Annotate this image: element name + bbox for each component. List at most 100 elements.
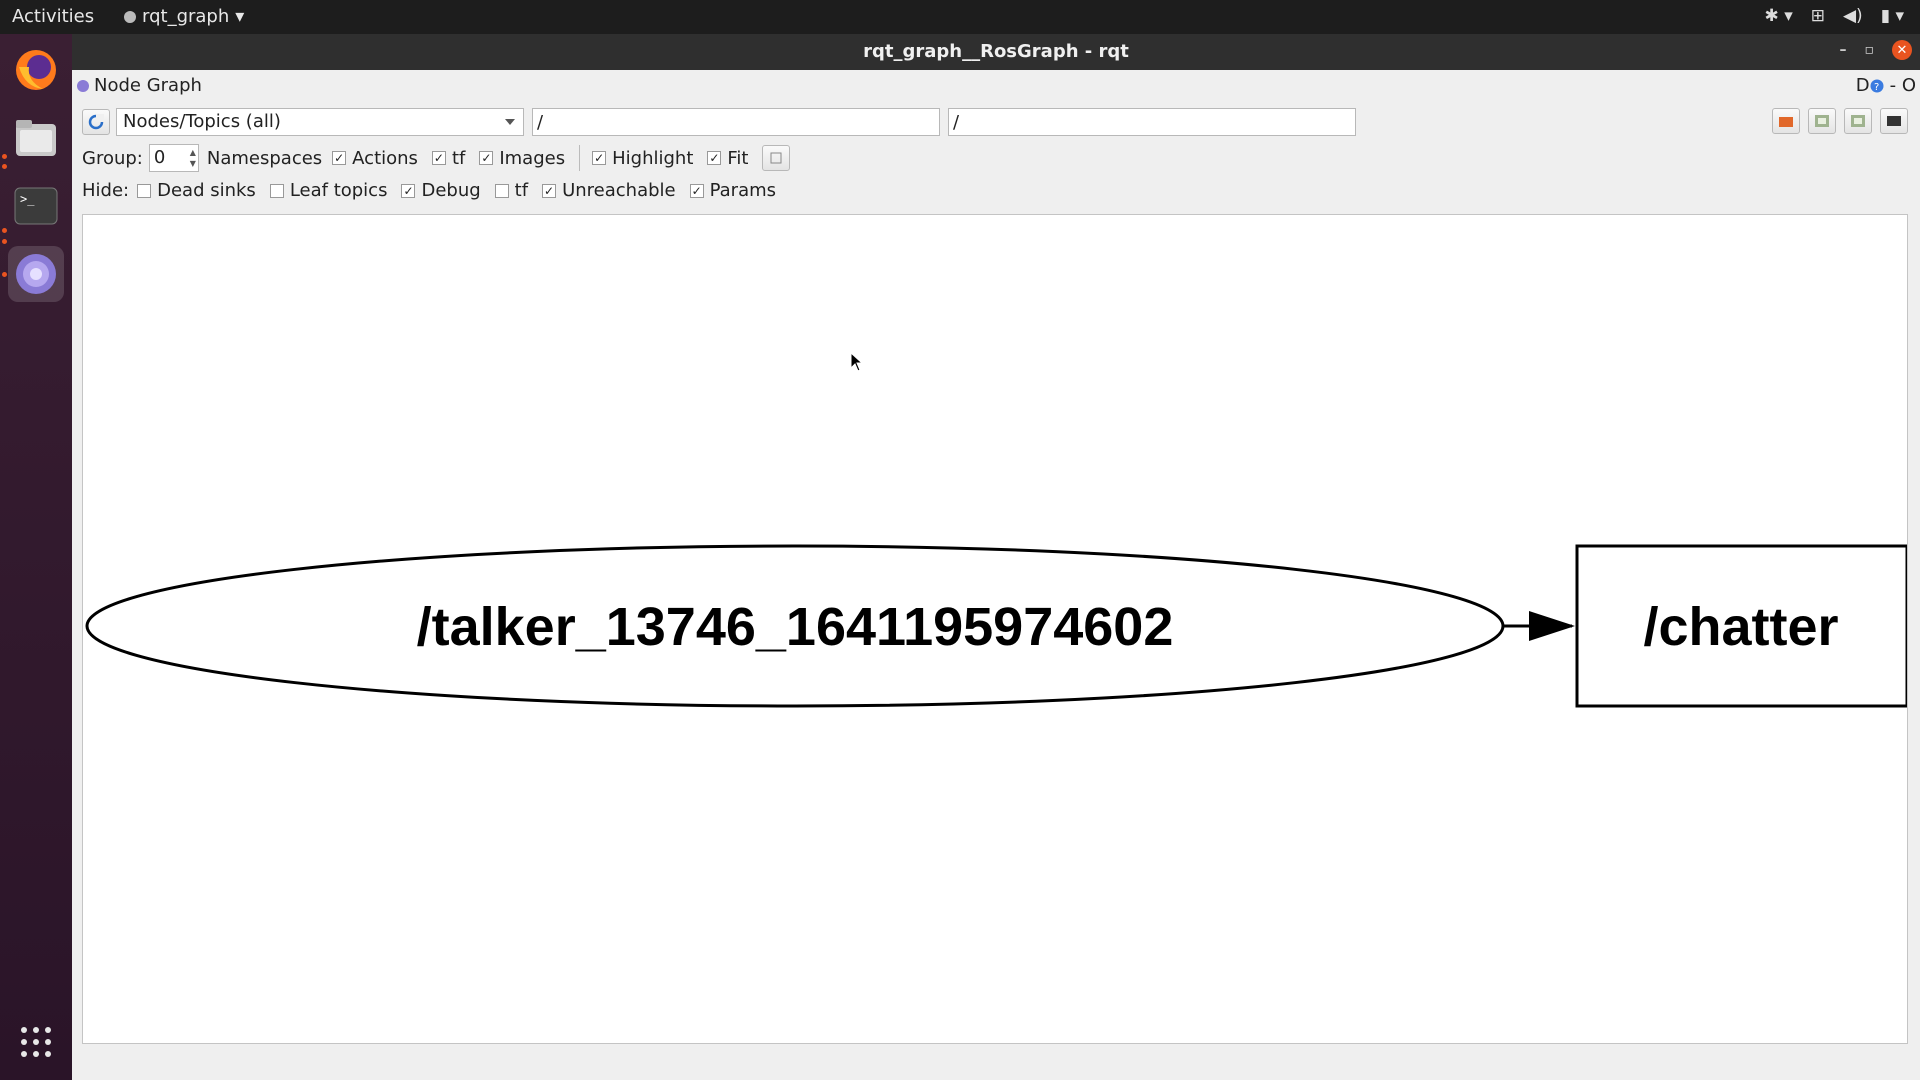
leaf-topics-checkbox[interactable]: Leaf topics [269,180,388,201]
volume-icon[interactable]: ◀) [1843,6,1863,26]
save-image-button[interactable] [1880,108,1908,134]
checkmark-icon: ✓ [332,151,347,165]
dead-sinks-checkbox[interactable]: Dead sinks [137,180,256,201]
node-filter-input[interactable] [532,108,940,136]
open-folder-icon [1779,117,1793,127]
images-checkbox[interactable]: ✓ Images [479,148,565,169]
unchecked-box [137,183,152,198]
checkmark-icon: ✓ [542,183,557,198]
rqt-window: rqt_graph__RosGraph - rqt – ▫ ✕ Node Gra… [72,34,1920,1080]
plugin-title: Node Graph [76,75,202,96]
group-label: Group: [82,147,143,169]
load-dot-button[interactable] [1772,108,1800,134]
running-indicator [2,154,7,159]
show-apps-button[interactable] [8,1014,64,1070]
title-bar[interactable]: rqt_graph__RosGraph - rqt – ▫ ✕ [72,34,1920,70]
save-image-icon [1851,115,1865,127]
dock-firefox[interactable] [8,42,64,98]
chevron-down-icon: ▾ [235,6,245,27]
group-value: 0 [153,147,166,168]
hide-tf-label: tf [514,180,529,201]
actions-label: Actions [352,147,418,169]
fit-checkbox[interactable]: ✓ Fit [707,148,748,169]
running-indicator [2,164,7,169]
save-dot-button[interactable] [1808,108,1836,134]
battery-icon[interactable]: ▮ ▾ [1881,6,1904,26]
fit-icon [770,152,782,164]
system-tray[interactable]: ✱ ▾ ⊞ ◀) ▮ ▾ [1765,6,1904,26]
hide-tf-checkbox[interactable]: tf [494,180,529,201]
app-menu[interactable]: rqt_graph ▾ [124,6,244,27]
dock-files[interactable] [8,110,64,166]
checkmark-icon: ✓ [431,151,446,165]
plugin-title-label: Node Graph [94,75,202,96]
dock-rqt[interactable] [8,246,64,302]
minimize-icon[interactable]: – [1840,42,1847,58]
checkmark-icon: ✓ [689,183,704,198]
help-icon[interactable]: ? [1870,79,1884,93]
checkmark-icon: ✓ [592,151,607,165]
plugin-icon [77,79,89,92]
running-indicator [2,272,7,277]
app-dot-icon [124,10,136,23]
top-bar: Activities rqt_graph ▾ ✱ ▾ ⊞ ◀) ▮ ▾ [0,0,1920,34]
network-icon[interactable]: ⊞ [1811,6,1825,26]
graph-svg: /talker_13746_1641195974602 /chatter [85,544,1909,708]
fit-view-button[interactable] [762,145,791,171]
window-controls: – ▫ ✕ [1840,40,1912,60]
chevron-down-icon [505,119,515,125]
topic-label: /chatter [1643,597,1838,657]
checkmark-icon: ✓ [479,151,494,165]
highlight-checkbox[interactable]: ✓ Highlight [592,148,693,169]
maximize-icon[interactable]: ▫ [1865,42,1875,58]
tf-checkbox[interactable]: ✓ tf [431,147,466,169]
window-title: rqt_graph__RosGraph - rqt [863,41,1129,62]
params-checkbox[interactable]: ✓ Params [689,180,777,201]
checkmark-icon: ✓ [401,183,416,198]
hide-label: Hide: [82,180,130,201]
fit-label: Fit [727,147,749,169]
unchecked-box [269,183,284,198]
plugin-header: Node Graph D ? - O [72,70,1920,100]
graph-mode-select[interactable]: Nodes/Topics (all) [116,108,524,136]
plugin-controls: D ? - O [1856,75,1916,96]
running-indicator [2,239,7,244]
debug-checkbox[interactable]: ✓ Debug [401,180,481,201]
group-spinbox[interactable]: 0 ▲ ▼ [148,144,199,172]
running-indicator [2,228,7,233]
firefox-icon [16,50,56,90]
dock-terminal[interactable]: >_ [8,178,64,234]
refresh-button[interactable] [82,109,110,135]
unreachable-label: Unreachable [562,180,676,201]
close-icon[interactable]: ✕ [1892,40,1912,60]
terminal-icon: >_ [14,187,58,225]
dead-sinks-label: Dead sinks [157,180,256,201]
actions-checkbox[interactable]: ✓ Actions [332,148,418,169]
plugin-d-label: D [1855,75,1870,96]
topic-filter-input[interactable] [948,108,1356,136]
node-label: /talker_13746_1641195974602 [417,597,1174,657]
toolbar-row: Nodes/Topics (all) [82,108,1356,136]
leaf-topics-label: Leaf topics [289,180,388,201]
debug-label: Debug [421,180,481,201]
edge-arrowhead [1529,611,1575,641]
spin-arrows-icon[interactable]: ▲ ▼ [190,147,196,169]
plugin-window-controls[interactable]: - O [1890,75,1916,96]
checkmark-icon: ✓ [707,151,722,165]
highlight-label: Highlight [612,147,694,169]
rqt-icon [16,254,56,294]
separator [579,145,581,171]
tf-label: tf [451,147,466,169]
cursor-icon [850,352,864,372]
params-label: Params [709,180,777,201]
accessibility-icon[interactable]: ✱ ▾ [1765,6,1793,26]
unchecked-box [494,183,509,198]
activities-button[interactable]: Activities [12,6,94,27]
save-svg-button[interactable] [1844,108,1872,134]
namespaces-label: Namespaces [206,147,323,169]
options-row: Group: 0 ▲ ▼ Namespaces ✓ Actions ✓ tf ✓ Ima… [82,144,791,172]
unreachable-checkbox[interactable]: ✓ Unreachable [542,180,676,201]
graph-canvas[interactable]: /talker_13746_1641195974602 /chatter [82,214,1909,1044]
screen-icon [1887,116,1901,126]
app-grid-icon [21,1027,51,1057]
